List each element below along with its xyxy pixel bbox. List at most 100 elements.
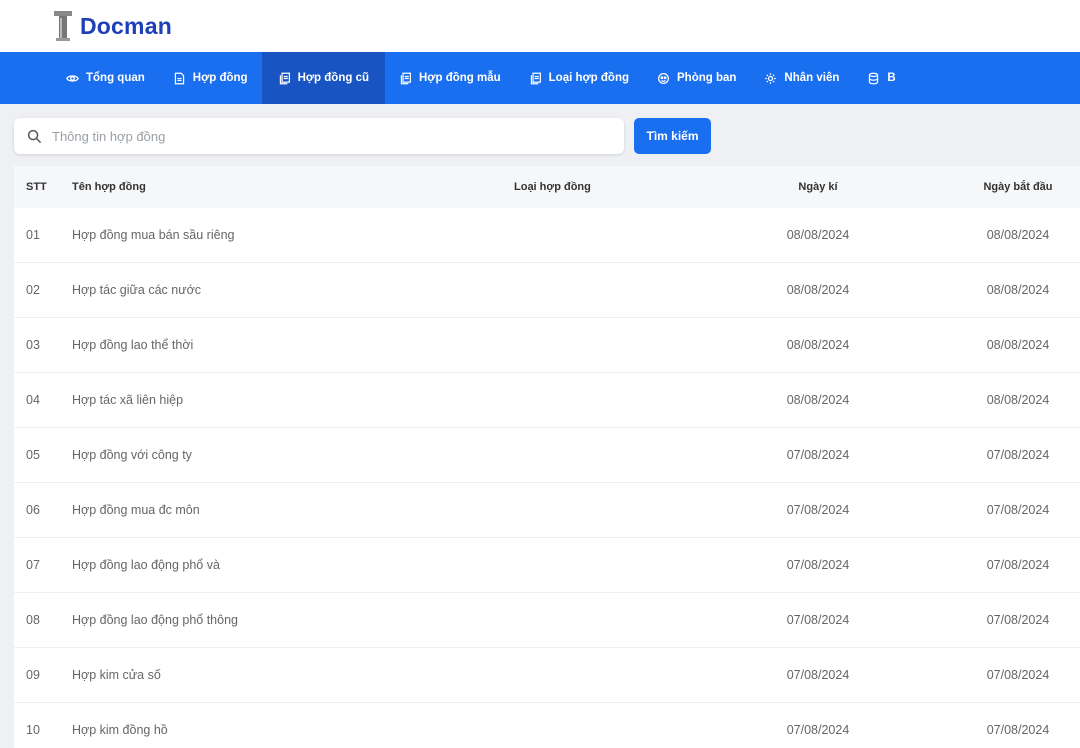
cell-start-date: 08/08/2024: [986, 393, 1050, 407]
cell-type: [514, 483, 714, 537]
nav-item-label: Tổng quan: [86, 72, 145, 84]
table-row[interactable]: 01 Hợp đồng mua bán sầu riêng 08/08/2024…: [14, 208, 1080, 263]
column-header-start-date[interactable]: Ngày bắt đầu: [978, 166, 1058, 208]
table-header: STT Tên hợp đồng Loại hợp đồng Ngày kí N…: [14, 166, 1080, 208]
search-box: [14, 118, 624, 154]
cell-name: Hợp đồng lao động phổ thông: [72, 613, 238, 627]
cell-start-date: 08/08/2024: [986, 338, 1050, 352]
cell-stt: 09: [26, 668, 40, 682]
cell-stt: 05: [26, 448, 40, 462]
table-row[interactable]: 03 Hợp đồng lao thể thời 08/08/2024 08/0…: [14, 318, 1080, 373]
table-row[interactable]: 02 Hợp tác giữa các nước 08/08/2024 08/0…: [14, 263, 1080, 318]
nav-item-contract-types[interactable]: Loại hợp đồng: [515, 52, 643, 104]
table-row[interactable]: 04 Hợp tác xã liên hiệp 08/08/2024 08/08…: [14, 373, 1080, 428]
nav-item-label: Loại hợp đồng: [548, 72, 629, 84]
nav-item-label: Hợp đồng cũ: [297, 72, 369, 84]
document-icon: [174, 72, 184, 84]
cell-sign-date: 07/08/2024: [786, 558, 850, 572]
cell-sign-date: 08/08/2024: [786, 283, 850, 297]
contracts-table: STT Tên hợp đồng Loại hợp đồng Ngày kí N…: [14, 166, 1080, 748]
cell-stt: 08: [26, 613, 40, 627]
nav-item-overflow[interactable]: B: [853, 52, 909, 104]
nav-item-template-contracts[interactable]: Hợp đồng mẫu: [385, 52, 515, 104]
cell-name: Hợp đồng lao thể thời: [72, 338, 194, 352]
nav-item-employees[interactable]: Nhân viên: [750, 52, 853, 104]
cell-start-date: 07/08/2024: [986, 503, 1050, 517]
table-row[interactable]: 08 Hợp đồng lao động phổ thông 07/08/202…: [14, 593, 1080, 648]
cell-start-date: 07/08/2024: [986, 613, 1050, 627]
column-header-name[interactable]: Tên hợp đồng: [72, 166, 502, 208]
documents-icon: [279, 72, 290, 84]
nav-item-overview[interactable]: Tổng quan: [52, 52, 159, 104]
search-button[interactable]: Tìm kiếm: [634, 118, 711, 154]
cell-type: [514, 703, 714, 748]
cell-type: [514, 373, 714, 427]
cell-type: [514, 538, 714, 592]
cell-sign-date: 07/08/2024: [786, 448, 850, 462]
cell-stt: 01: [26, 228, 40, 242]
cell-name: Hợp tác giữa các nước: [72, 283, 202, 297]
search-input[interactable]: [52, 128, 592, 144]
cell-name: Hợp đồng mua đc môn: [72, 503, 200, 517]
cell-sign-date: 08/08/2024: [786, 228, 850, 242]
table-row[interactable]: 07 Hợp đồng lao động phổ và 07/08/2024 0…: [14, 538, 1080, 593]
nav-item-contracts[interactable]: Hợp đồng: [159, 52, 262, 104]
cell-stt: 04: [26, 393, 40, 407]
cell-type: [514, 263, 714, 317]
cell-start-date: 08/08/2024: [986, 283, 1050, 297]
table-row[interactable]: 10 Hợp kim đồng hồ 07/08/2024 07/08/2024: [14, 703, 1080, 748]
cell-name: Hợp kim cửa số: [72, 668, 161, 682]
cell-type: [514, 318, 714, 372]
cell-start-date: 07/08/2024: [986, 448, 1050, 462]
cell-sign-date: 07/08/2024: [786, 723, 850, 737]
cell-sign-date: 07/08/2024: [786, 503, 850, 517]
eye-icon: [66, 74, 79, 82]
nav-item-label: B: [887, 72, 896, 84]
database-icon: [869, 72, 879, 84]
cell-start-date: 07/08/2024: [986, 668, 1050, 682]
cell-start-date: 07/08/2024: [986, 558, 1050, 572]
cell-name: Hợp kim đồng hồ: [72, 723, 168, 737]
cell-stt: 03: [26, 338, 40, 352]
nav-item-label: Nhân viên: [784, 72, 840, 84]
gear-icon: [765, 72, 777, 84]
cell-name: Hợp tác xã liên hiệp: [72, 393, 184, 407]
cell-stt: 10: [26, 723, 40, 737]
cell-sign-date: 08/08/2024: [786, 338, 850, 352]
cell-sign-date: 08/08/2024: [786, 393, 850, 407]
nav-item-old-contracts[interactable]: Hợp đồng cũ: [261, 52, 385, 104]
app-header: Docman: [0, 0, 1080, 52]
logo[interactable]: Docman: [50, 8, 172, 44]
column-header-sign-date[interactable]: Ngày kí: [778, 166, 858, 208]
main-nav: Tổng quan Hợp đồng Hợp đồng cũ Hợp đồng …: [0, 52, 1080, 104]
cell-name: Hợp đồng mua bán sầu riêng: [72, 228, 235, 242]
cell-name: Hợp đồng lao động phổ và: [72, 558, 220, 572]
cell-name: Hợp đồng với công ty: [72, 448, 192, 462]
table-row[interactable]: 05 Hợp đồng với công ty 07/08/2024 07/08…: [14, 428, 1080, 483]
cell-stt: 06: [26, 503, 40, 517]
column-header-type[interactable]: Loại hợp đồng: [514, 166, 714, 208]
search-icon: [27, 129, 42, 143]
cell-stt: 07: [26, 558, 40, 572]
group-icon: [658, 72, 669, 84]
table-row[interactable]: 06 Hợp đồng mua đc môn 07/08/2024 07/08/…: [14, 483, 1080, 538]
cell-type: [514, 428, 714, 482]
cell-start-date: 08/08/2024: [986, 228, 1050, 242]
column-header-stt[interactable]: STT: [26, 166, 66, 208]
table-row[interactable]: 09 Hợp kim cửa số 07/08/2024 07/08/2024: [14, 648, 1080, 703]
cell-type: [514, 593, 714, 647]
logo-icon: [54, 11, 72, 41]
cell-sign-date: 07/08/2024: [786, 613, 850, 627]
cell-type: [514, 648, 714, 702]
cell-sign-date: 07/08/2024: [786, 668, 850, 682]
nav-item-departments[interactable]: Phòng ban: [643, 52, 750, 104]
documents-icon: [400, 72, 411, 84]
nav-item-label: Hợp đồng mẫu: [419, 72, 501, 84]
cell-start-date: 07/08/2024: [986, 723, 1050, 737]
app-name: Docman: [80, 12, 172, 39]
cell-type: [514, 208, 714, 262]
documents-icon: [530, 72, 541, 84]
nav-item-label: Phòng ban: [677, 72, 737, 84]
cell-stt: 02: [26, 283, 40, 297]
nav-item-label: Hợp đồng: [192, 72, 248, 84]
